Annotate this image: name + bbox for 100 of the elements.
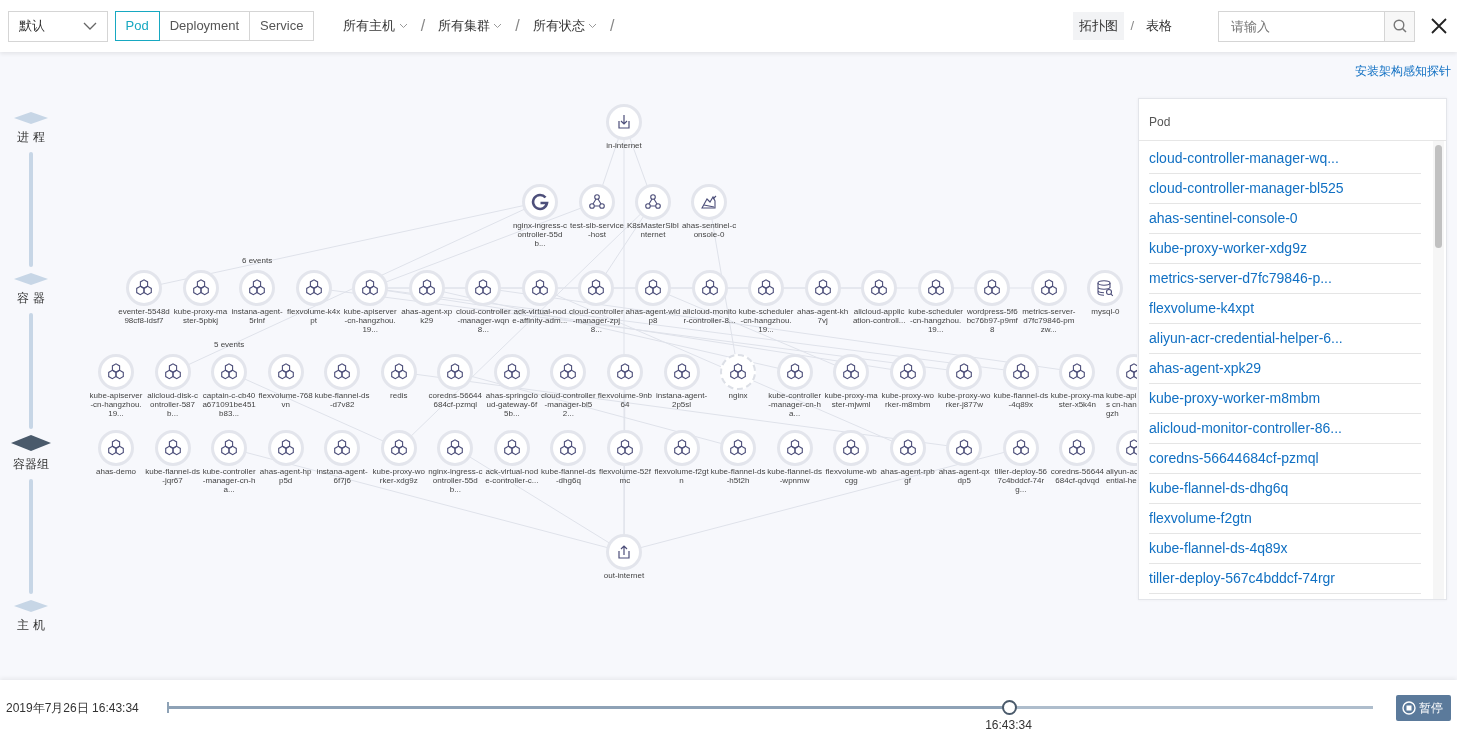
node-circle[interactable]: [776, 430, 813, 466]
node-circle[interactable]: [550, 430, 587, 466]
node-circle[interactable]: [154, 430, 191, 466]
node-circle[interactable]: [946, 430, 983, 466]
node-circle[interactable]: [691, 270, 728, 306]
level-label[interactable]: 容 器: [17, 289, 45, 308]
node-circle[interactable]: [804, 270, 841, 306]
node-circle[interactable]: [437, 430, 474, 466]
node-circle[interactable]: [211, 354, 248, 390]
level-label[interactable]: 主 机: [17, 616, 45, 634]
node-circle[interactable]: [889, 354, 926, 390]
node-circle[interactable]: [974, 270, 1011, 306]
node-circle[interactable]: [606, 104, 642, 140]
search-field[interactable]: 请输入: [1218, 10, 1385, 42]
node-circle[interactable]: [946, 354, 983, 390]
node-circle[interactable]: [748, 270, 785, 306]
node-circle[interactable]: [380, 430, 417, 466]
node-circle[interactable]: [522, 184, 558, 220]
node-circle[interactable]: [776, 354, 813, 390]
node-circle[interactable]: [1002, 430, 1039, 466]
scrollbar-thumb[interactable]: [1435, 145, 1442, 248]
pod-list-item[interactable]: kube-proxy-worker-m8mbm: [1149, 384, 1421, 415]
node-circle[interactable]: [1059, 354, 1096, 390]
node-circle[interactable]: [98, 354, 134, 390]
node-circle[interactable]: [606, 534, 642, 570]
node-circle[interactable]: [465, 270, 502, 306]
level-label[interactable]: 容器组: [13, 454, 49, 473]
node-circle[interactable]: [324, 354, 361, 390]
view-select[interactable]: 默认: [8, 10, 108, 42]
pod-list-item[interactable]: kube-flannel-ds-4q89x: [1149, 534, 1421, 565]
level-marker-icon[interactable]: [14, 112, 48, 124]
node-circle[interactable]: [267, 354, 304, 390]
node-circle[interactable]: [691, 184, 727, 220]
pod-list-item[interactable]: cloud-controller-manager-wq...: [1149, 144, 1421, 175]
node-circle[interactable]: [211, 430, 248, 466]
node-circle[interactable]: [889, 430, 926, 466]
node-circle[interactable]: [635, 184, 671, 220]
node-circle[interactable]: [606, 354, 643, 390]
node-circle[interactable]: [578, 270, 615, 306]
pod-list-item[interactable]: kube-proxy-worker-xdg9z: [1149, 234, 1421, 265]
node-circle[interactable]: [720, 430, 757, 466]
node-circle[interactable]: [1002, 354, 1039, 390]
pod-list-item[interactable]: ahas-sentinel-console-0: [1149, 204, 1421, 235]
close-button[interactable]: [1431, 18, 1447, 34]
filter-dropdown[interactable]: 所有集群: [438, 16, 503, 36]
node-circle[interactable]: [1059, 430, 1096, 466]
pod-list-item[interactable]: ahas-agent-xpk29: [1149, 354, 1421, 385]
resource-tab[interactable]: Deployment: [158, 11, 250, 41]
node-circle[interactable]: [352, 270, 389, 306]
node-circle[interactable]: [833, 354, 870, 390]
level-label[interactable]: 进 程: [17, 128, 45, 146]
node-circle[interactable]: [663, 354, 700, 390]
pod-list-item[interactable]: kube-flannel-ds-dhg6q: [1149, 474, 1421, 505]
node-circle[interactable]: [861, 270, 898, 306]
pod-list-item[interactable]: cloud-controller-manager-bl525: [1149, 174, 1421, 205]
pause-button[interactable]: 暂停: [1395, 694, 1451, 721]
node-circle[interactable]: [154, 354, 191, 390]
node-circle[interactable]: [634, 270, 671, 306]
view-mode-tab[interactable]: 表格: [1140, 12, 1178, 40]
node-circle[interactable]: [917, 270, 954, 306]
filter-dropdown[interactable]: 所有主机: [343, 16, 408, 36]
node-circle[interactable]: [579, 184, 615, 220]
pod-list-item[interactable]: metrics-server-d7fc79846-p...: [1149, 264, 1421, 295]
node-circle[interactable]: [126, 270, 162, 306]
node-circle[interactable]: [267, 430, 304, 466]
pod-list-item[interactable]: flexvolume-k4xpt: [1149, 294, 1421, 325]
node-circle[interactable]: [98, 430, 134, 466]
timeline-thumb[interactable]: [1001, 700, 1017, 715]
node-label: flexvolume-f2gtn: [654, 468, 709, 486]
node-circle[interactable]: [606, 430, 643, 466]
node-circle[interactable]: [380, 354, 417, 390]
filter-dropdown[interactable]: 所有状态: [532, 16, 598, 36]
level-marker-icon[interactable]: [14, 273, 48, 286]
pod-list-item[interactable]: aliyun-acr-credential-helper-6...: [1149, 324, 1421, 355]
node-circle[interactable]: [295, 270, 332, 306]
node-circle[interactable]: [408, 270, 445, 306]
node-circle[interactable]: [720, 354, 757, 390]
node-circle[interactable]: [493, 430, 530, 466]
node-circle[interactable]: [1087, 270, 1124, 306]
pod-list-item[interactable]: tiller-deploy-567c4bddcf-74rgr: [1149, 564, 1421, 595]
resource-tab[interactable]: Service: [249, 11, 315, 41]
level-marker-icon[interactable]: [11, 434, 51, 451]
install-probe-link[interactable]: 安装架构感知探针: [1355, 62, 1451, 80]
node-circle[interactable]: [521, 270, 558, 306]
node-circle[interactable]: [182, 270, 219, 306]
node-circle[interactable]: [493, 354, 530, 390]
level-marker-icon[interactable]: [14, 600, 48, 612]
node-circle[interactable]: [550, 354, 587, 390]
pod-list-item[interactable]: coredns-56644684cf-pzmql: [1149, 444, 1421, 475]
search-button[interactable]: [1385, 10, 1415, 42]
pod-list-item[interactable]: flexvolume-f2gtn: [1149, 504, 1421, 535]
pod-list-item[interactable]: alicloud-monitor-controller-86...: [1149, 414, 1421, 445]
resource-tab[interactable]: Pod: [114, 11, 160, 41]
node-circle[interactable]: [324, 430, 361, 466]
view-mode-tab[interactable]: 拓扑图: [1073, 12, 1125, 40]
node-circle[interactable]: [663, 430, 700, 466]
node-circle[interactable]: [239, 270, 276, 306]
node-circle[interactable]: [1030, 270, 1067, 306]
node-circle[interactable]: [833, 430, 870, 466]
node-circle[interactable]: [437, 354, 474, 390]
